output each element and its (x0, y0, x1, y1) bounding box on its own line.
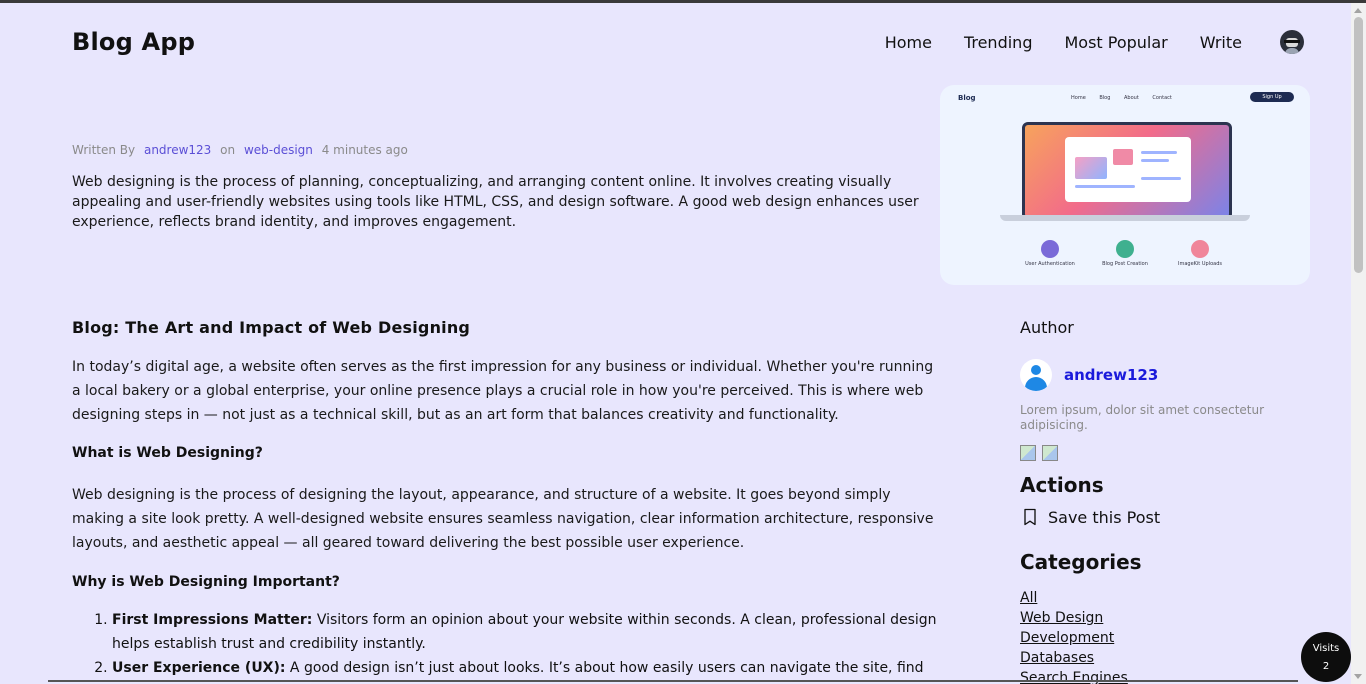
save-post-button[interactable]: Save this Post (1020, 507, 1300, 527)
cover-laptop-screen (1022, 122, 1232, 220)
cover-feature-label: User Authentication (1025, 261, 1075, 267)
category-link-web-design[interactable]: Web Design (1020, 608, 1300, 628)
list-item-title: User Experience (UX): (112, 660, 286, 676)
window-top-border (0, 0, 1366, 3)
cover-text-line (1141, 177, 1181, 180)
social-icon-1[interactable] (1020, 445, 1036, 461)
cover-text-line (1141, 159, 1169, 162)
post-sidebar: Author andrew123 Lorem ipsum, dolor sit … (1020, 318, 1300, 684)
on-label: on (220, 143, 236, 157)
post-summary: Web designing is the process of planning… (72, 174, 919, 230)
article-title: Blog: The Art and Impact of Web Designin… (72, 318, 471, 337)
cover-nav-item: Contact (1152, 95, 1172, 101)
article-list: First Impressions Matter: Visitors form … (72, 608, 942, 684)
written-by-label: Written By (72, 143, 136, 157)
cover-feature-label: Blog Post Creation (1102, 261, 1148, 267)
cover-image-tile (1075, 157, 1107, 179)
post-author-link[interactable]: andrew123 (144, 143, 211, 157)
post-category-link[interactable]: web-design (244, 143, 313, 157)
post-meta: Written By andrew123 on web-design 4 min… (72, 143, 922, 157)
actions-heading: Actions (1020, 473, 1104, 497)
categories-heading: Categories (1020, 550, 1142, 574)
nav-trending[interactable]: Trending (964, 33, 1033, 52)
user-icon-head (1031, 365, 1041, 375)
nav-most-popular[interactable]: Most Popular (1064, 33, 1167, 52)
social-icon-2[interactable] (1042, 445, 1058, 461)
article-paragraph: Web designing is the process of designin… (72, 487, 934, 551)
page-scrollbar[interactable] (1351, 3, 1366, 684)
avatar-body (1285, 48, 1299, 54)
nav-write[interactable]: Write (1200, 33, 1242, 52)
user-icon-body (1025, 377, 1047, 391)
cover-signup-button: Sign Up (1250, 92, 1294, 102)
cover-text-line (1075, 185, 1135, 188)
category-link-all[interactable]: All (1020, 588, 1300, 608)
article-paragraph: In today’s digital age, a website often … (72, 359, 934, 423)
page-bottom-divider (48, 680, 1298, 682)
visits-count: 2 (1322, 661, 1330, 672)
cover-feature-post: Blog Post Creation (1095, 240, 1155, 267)
visits-badge: Visits 2 (1301, 632, 1351, 682)
avatar-mask (1284, 40, 1300, 43)
categories-list: All Web Design Development Databases Sea… (1020, 588, 1300, 684)
cover-feature-upload: ImageKit Uploads (1170, 240, 1230, 267)
pen-icon (1116, 240, 1134, 258)
category-link-development[interactable]: Development (1020, 628, 1300, 648)
bookmark-icon (1024, 508, 1036, 526)
visits-label: Visits (1312, 643, 1340, 654)
cover-text-line (1141, 151, 1177, 154)
save-post-label: Save this Post (1048, 507, 1161, 527)
list-item-title: First Impressions Matter: (112, 612, 313, 628)
scroll-up-icon[interactable] (1354, 8, 1362, 13)
cover-nav-item: About (1124, 95, 1139, 101)
author-heading: Author (1020, 318, 1074, 337)
cover-logo: Blog (958, 94, 976, 102)
lock-icon (1041, 240, 1059, 258)
cover-laptop-panel (1065, 137, 1191, 202)
cover-nav-item: Home (1071, 95, 1086, 101)
cloud-icon (1191, 240, 1209, 258)
author-avatar[interactable] (1020, 359, 1052, 391)
section-heading: Why is Web Designing Important? (72, 574, 340, 590)
nav-home[interactable]: Home (885, 33, 932, 52)
post-time: 4 minutes ago (321, 143, 408, 157)
section-heading: What is Web Designing? (72, 445, 263, 461)
post-intro: Written By andrew123 on web-design 4 min… (72, 143, 922, 232)
site-logo[interactable]: Blog App (72, 28, 195, 56)
scroll-down-icon[interactable] (1354, 674, 1362, 679)
list-item: First Impressions Matter: Visitors form … (112, 608, 942, 656)
category-link-databases[interactable]: Databases (1020, 648, 1300, 668)
cover-laptop-base (1000, 215, 1250, 221)
user-avatar[interactable] (1280, 30, 1304, 54)
author-bio: Lorem ipsum, dolor sit amet consectetur … (1020, 403, 1265, 432)
cover-nav: Home Blog About Contact (1071, 95, 1184, 101)
main-nav: Home Trending Most Popular Write (853, 30, 1304, 54)
cover-feature-auth: User Authentication (1020, 240, 1080, 267)
article-content: Blog: The Art and Impact of Web Designin… (72, 318, 942, 684)
site-header: Blog App Home Trending Most Popular Writ… (72, 28, 1304, 60)
author-name-link[interactable]: andrew123 (1064, 366, 1158, 384)
post-cover-image: Blog Home Blog About Contact Sign Up Use… (940, 85, 1310, 285)
author-social-links (1020, 445, 1300, 461)
author-row: andrew123 (1020, 359, 1300, 391)
cover-nav-item: Blog (1099, 95, 1111, 101)
cover-image-tile (1113, 149, 1133, 165)
scrollbar-thumb[interactable] (1354, 17, 1363, 273)
cover-feature-label: ImageKit Uploads (1177, 261, 1222, 267)
